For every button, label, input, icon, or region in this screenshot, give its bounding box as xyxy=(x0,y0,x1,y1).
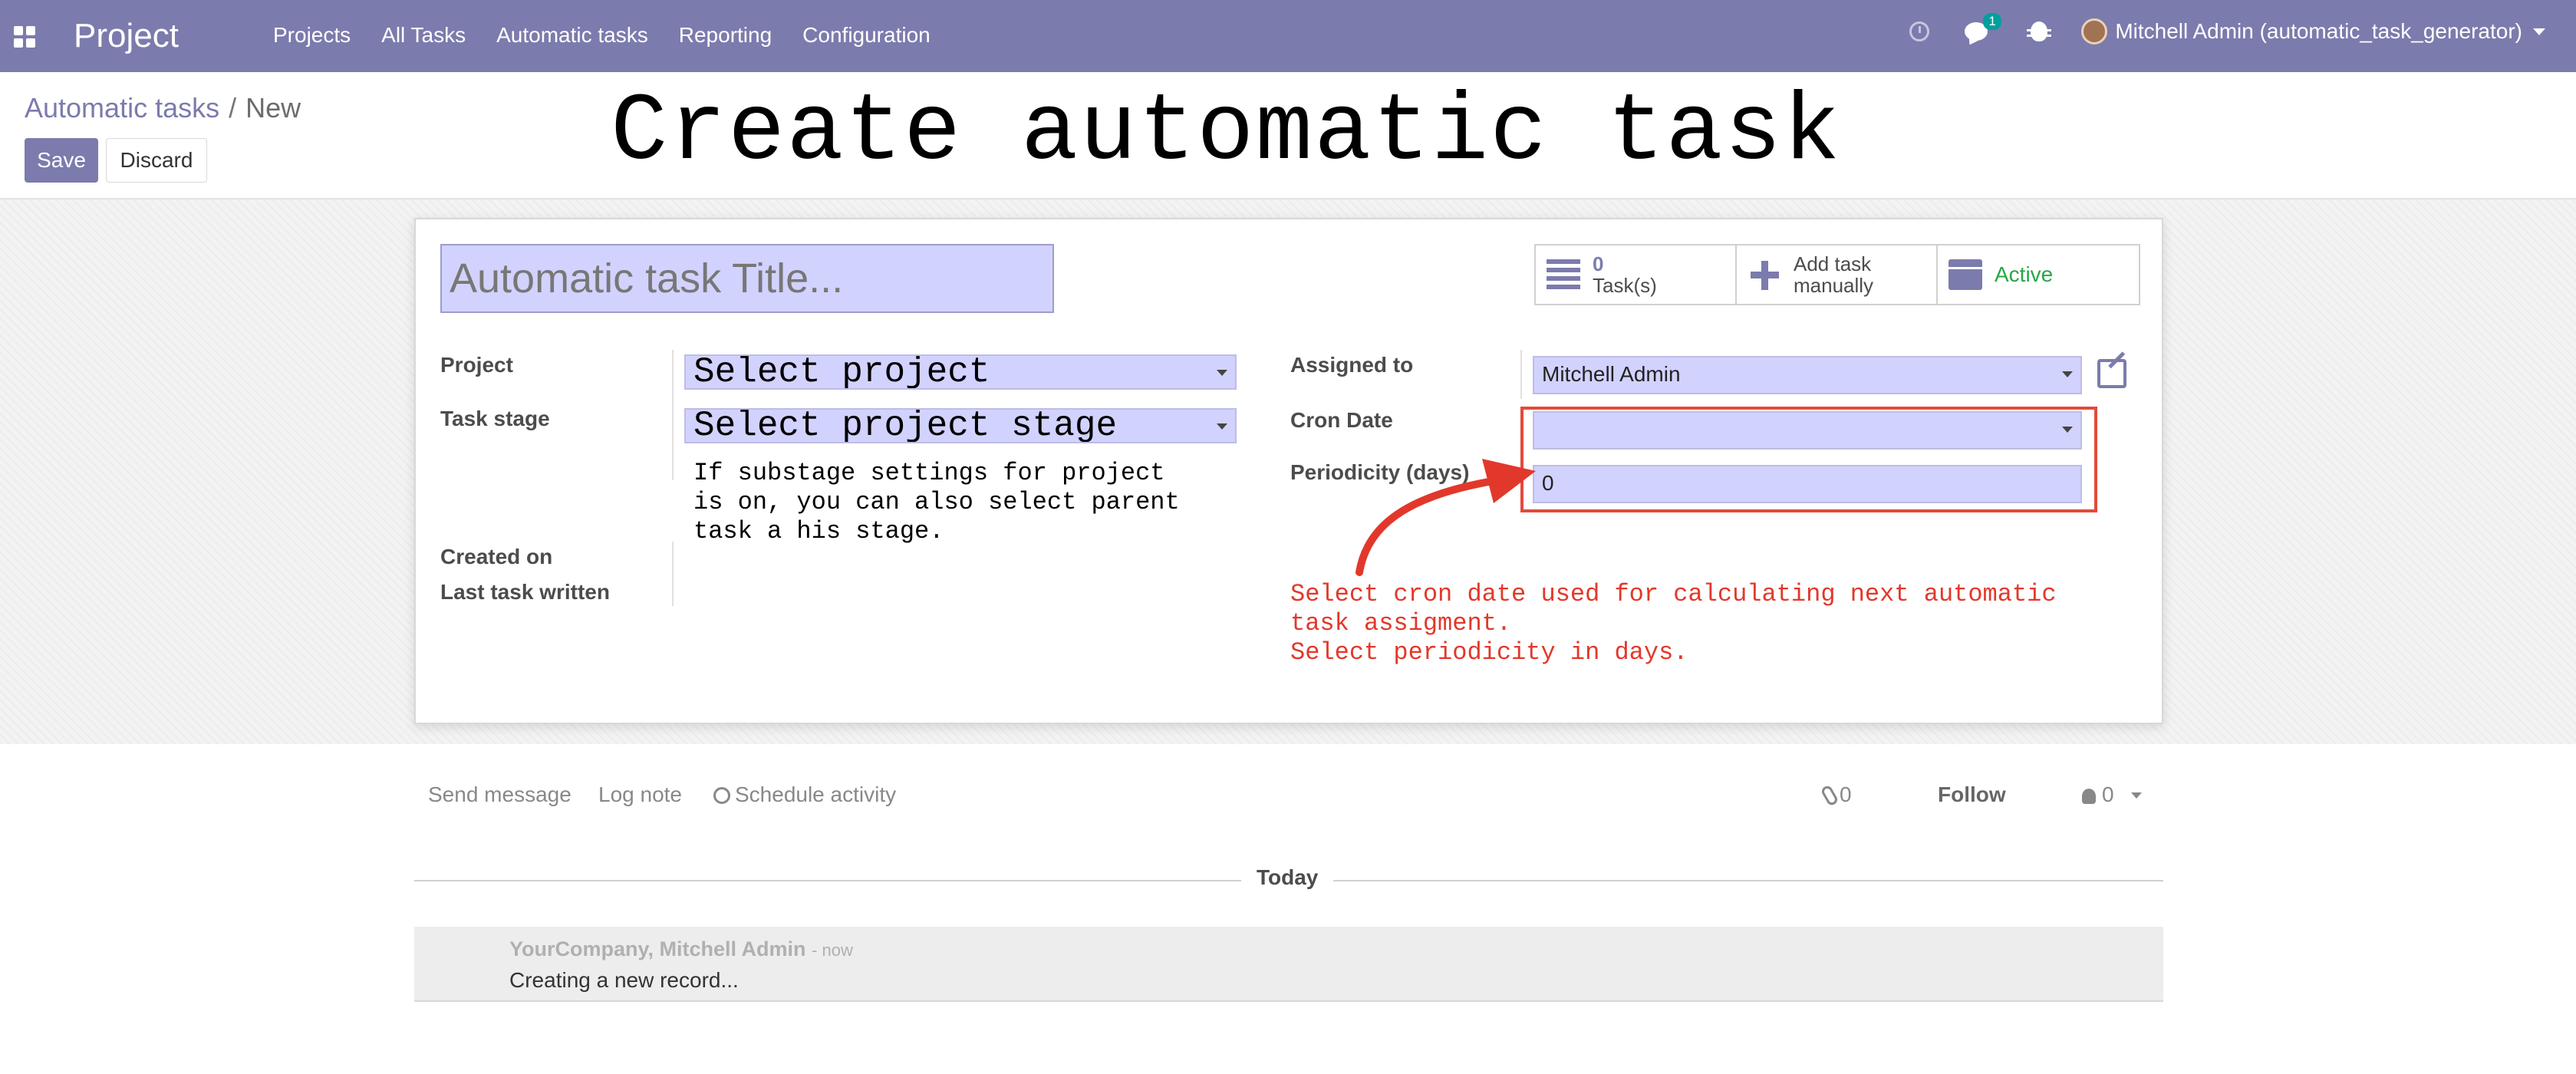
assigned-to-label: Assigned to xyxy=(1290,353,1414,377)
banner-title: Create automatic task xyxy=(611,80,1842,187)
tasks-count-label: Task(s) xyxy=(1593,274,1657,297)
breadcrumb-separator: / xyxy=(229,92,237,124)
field-divider xyxy=(1520,350,1522,399)
user-menu-name[interactable]: Mitchell Admin (automatic_task_generator… xyxy=(2115,19,2522,44)
debug-bug-icon[interactable] xyxy=(2027,21,2052,41)
follow-button[interactable]: Follow xyxy=(1938,782,2006,807)
chatter-message: YourCompany, Mitchell Admin - now Creati… xyxy=(414,927,2163,1002)
task-stage-label: Task stage xyxy=(440,407,550,430)
active-toggle-button[interactable]: Active xyxy=(1938,245,2139,304)
annotation-arrow xyxy=(1356,459,1536,576)
plus-icon xyxy=(1748,259,1781,290)
followers-count: 0 xyxy=(2102,782,2114,806)
messaging-menu[interactable]: 1 xyxy=(1965,13,2001,41)
form-sheet: Automatic task Title... 0 Task(s) Add ta… xyxy=(414,218,2163,724)
schedule-activity-label: Schedule activity xyxy=(735,782,897,806)
menu-item-automatic-tasks[interactable]: Automatic tasks xyxy=(496,23,648,48)
archive-icon xyxy=(1948,259,1982,290)
assigned-to-value: Mitchell Admin xyxy=(1542,362,1681,386)
assigned-to-select[interactable]: Mitchell Admin xyxy=(1533,356,2082,394)
clock-icon xyxy=(713,787,730,804)
attachments-count: 0 xyxy=(1840,782,1852,806)
project-select-value: Select project xyxy=(693,354,990,390)
user-icon xyxy=(2082,789,2096,804)
chat-counter-badge: 1 xyxy=(1983,13,2001,30)
log-note-button[interactable]: Log note xyxy=(598,782,682,807)
main-menu: Projects All Tasks Automatic tasks Repor… xyxy=(273,23,961,48)
project-select[interactable]: Select project xyxy=(684,354,1237,390)
chatter-topbar: Send message Log note Schedule activity … xyxy=(414,776,2163,815)
navbar-systray: 1 Mitchell Admin (automatic_task_generat… xyxy=(1909,13,2545,44)
field-divider xyxy=(672,350,674,480)
menu-item-projects[interactable]: Projects xyxy=(273,23,351,48)
breadcrumb-current: New xyxy=(245,92,301,124)
smart-buttons: 0 Task(s) Add task manually Active xyxy=(1534,244,2140,305)
external-link-icon[interactable] xyxy=(2097,359,2126,388)
menu-item-all-tasks[interactable]: All Tasks xyxy=(381,23,466,48)
chevron-down-icon xyxy=(1217,423,1227,430)
menu-item-configuration[interactable]: Configuration xyxy=(802,23,931,48)
task-stage-select[interactable]: Select project stage xyxy=(684,408,1237,443)
highlight-box xyxy=(1520,407,2097,512)
project-label: Project xyxy=(440,353,513,377)
top-navbar: Project Projects All Tasks Automatic tas… xyxy=(0,0,2576,72)
field-divider xyxy=(672,542,674,606)
app-title[interactable]: Project xyxy=(74,17,179,55)
paperclip-icon xyxy=(1820,784,1840,807)
schedule-activity-button[interactable]: Schedule activity xyxy=(713,782,896,807)
last-task-written-label: Last task written xyxy=(440,580,610,604)
attachments-button[interactable]: 0 xyxy=(1820,782,1852,807)
add-task-label: Add task manually xyxy=(1794,252,1874,297)
activity-clock-icon[interactable] xyxy=(1909,21,1930,41)
chevron-down-icon xyxy=(2130,792,2142,799)
message-time: - now xyxy=(812,941,853,960)
chevron-down-icon xyxy=(2062,371,2073,377)
followers-button[interactable]: 0 xyxy=(2082,782,2142,807)
list-icon xyxy=(1547,259,1580,290)
message-body: Creating a new record... xyxy=(509,968,739,992)
message-author: YourCompany, Mitchell Admin - now xyxy=(509,937,853,961)
tasks-count-button[interactable]: 0 Task(s) xyxy=(1536,245,1737,304)
menu-item-reporting[interactable]: Reporting xyxy=(679,23,772,48)
breadcrumb-parent-link[interactable]: Automatic tasks xyxy=(25,92,219,124)
save-button[interactable]: Save xyxy=(25,138,98,183)
apps-menu-icon[interactable] xyxy=(14,26,35,48)
send-message-button[interactable]: Send message xyxy=(428,782,572,807)
breadcrumb: Automatic tasks / New xyxy=(25,92,301,124)
message-author-name[interactable]: YourCompany, Mitchell Admin xyxy=(509,937,806,960)
created-on-label: Created on xyxy=(440,545,553,568)
discard-button[interactable]: Discard xyxy=(106,138,207,183)
task-stage-select-value: Select project stage xyxy=(693,408,1118,443)
tasks-count-value: 0 xyxy=(1593,252,1604,275)
cron-date-label: Cron Date xyxy=(1290,408,1393,432)
user-avatar[interactable] xyxy=(2081,18,2108,44)
active-label: Active xyxy=(1995,262,2054,286)
date-separator-label: Today xyxy=(1241,865,1334,890)
annotation-text: Select cron date used for calculating ne… xyxy=(1290,580,2057,667)
task-title-input[interactable]: Automatic task Title... xyxy=(440,244,1054,313)
add-task-manually-button[interactable]: Add task manually xyxy=(1737,245,1938,304)
chevron-down-icon[interactable] xyxy=(2533,28,2545,35)
chevron-down-icon xyxy=(1217,370,1227,376)
substage-hint: If substage settings for project is on, … xyxy=(693,459,1180,545)
